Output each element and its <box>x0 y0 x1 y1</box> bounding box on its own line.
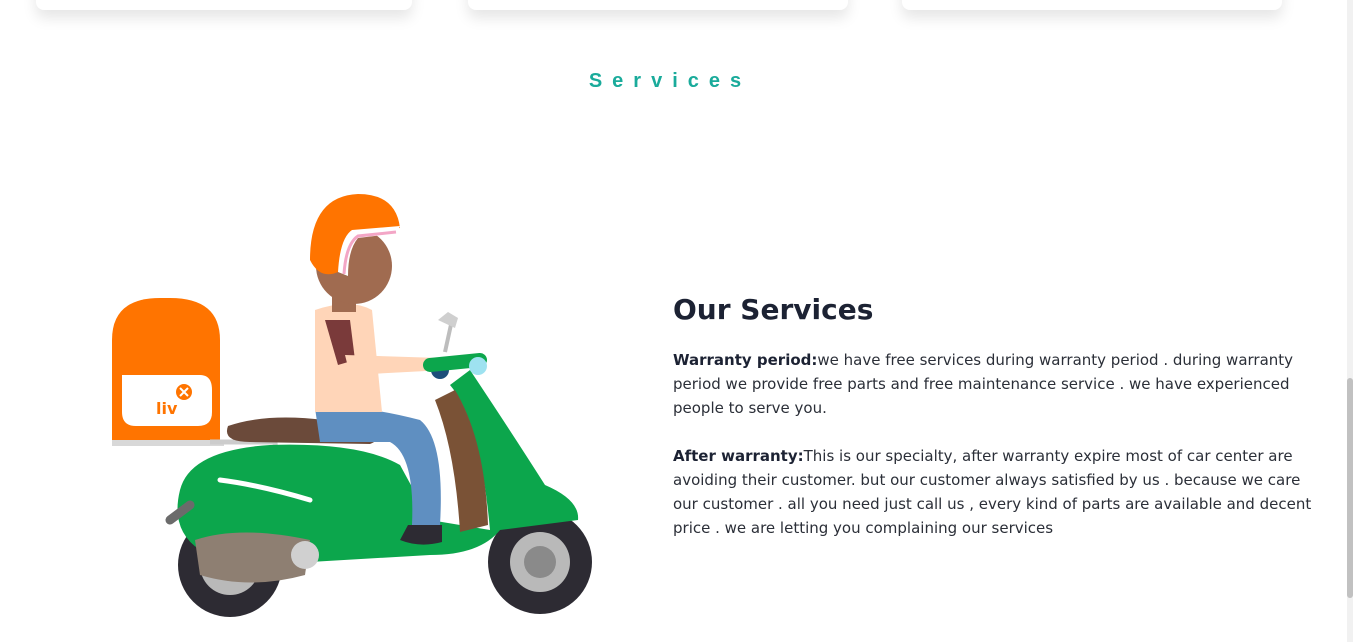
feature-card <box>468 0 848 10</box>
services-content: Our Services Warranty period:we have fre… <box>673 293 1313 564</box>
section-heading: Services <box>588 70 752 92</box>
service-item-label: Warranty period: <box>673 351 818 369</box>
scooter-rider-illustration: liv <box>100 180 610 630</box>
service-item-after-warranty: After warranty:This is our specialty, af… <box>673 444 1313 540</box>
service-item-label: After warranty: <box>673 447 804 465</box>
services-title: Our Services <box>673 293 874 326</box>
feature-card <box>902 0 1282 10</box>
feature-card <box>36 0 412 10</box>
scrollbar-thumb[interactable] <box>1347 378 1353 598</box>
delivery-box-icon: liv <box>112 298 224 446</box>
service-item-warranty: Warranty period:we have free services du… <box>673 348 1313 420</box>
services-page: Services liv Our Services Warranty perio… <box>0 0 1353 642</box>
page-scrollbar[interactable] <box>1347 0 1353 642</box>
box-logo-text: liv <box>156 399 178 418</box>
